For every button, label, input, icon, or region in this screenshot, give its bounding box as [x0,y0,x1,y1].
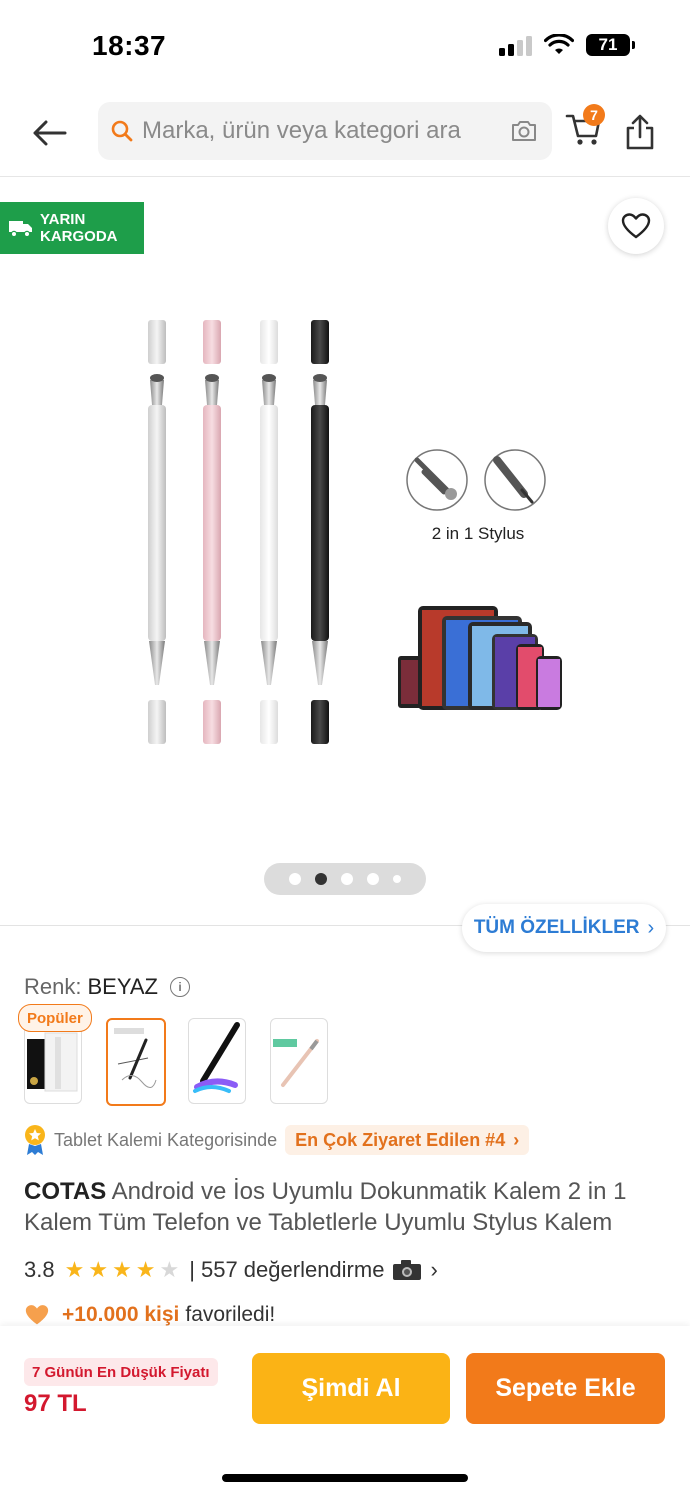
share-button[interactable] [622,112,658,152]
pagination-dot-active[interactable] [315,873,327,885]
battery-level: 71 [598,35,618,54]
stylus-black [311,320,329,744]
search-icon [111,120,133,142]
color-selector-label: Renk: BEYAZ i [24,974,190,1000]
variant-image [273,1039,319,1087]
chevron-right-icon: › [647,916,655,939]
ranking-category-text: Tablet Kalemi Kategorisinde [54,1129,278,1150]
popular-tag: Popüler [18,1004,92,1032]
home-indicator [222,1474,468,1482]
cellular-signal-icon [499,34,532,56]
lowest-price-badge: 7 Günün En Düşük Fiyatı [24,1358,218,1386]
tip-detail-disc [406,449,468,511]
variant-thumb-black-pen[interactable] [188,1018,246,1104]
favorite-button[interactable] [608,198,664,254]
chevron-right-icon: › [513,1129,520,1150]
all-features-label: TÜM ÖZELLİKLER [473,917,640,938]
star-filled-icon: ★ [135,1257,156,1282]
tip-detail-fiber [484,449,546,511]
back-button[interactable] [26,110,72,156]
search-input[interactable] [142,102,492,160]
chevron-right-icon: › [430,1257,438,1282]
stylus-silver [148,320,166,744]
truck-icon [9,221,32,238]
pagination-dot[interactable] [393,875,401,883]
variant-thumb-rose-gold[interactable] [270,1018,328,1104]
star-filled-icon: ★ [64,1257,85,1282]
pagination-dot[interactable] [289,873,301,885]
heart-icon [621,213,651,239]
color-label: Renk: [24,974,82,999]
favorites-label: favoriledi! [185,1303,276,1326]
next-day-delivery-badge: YARIN KARGODA [0,202,144,254]
ranking-label: En Çok Ziyaret Edilen #4 [295,1129,506,1150]
image-pagination[interactable] [264,863,426,895]
product-name: Android ve İos Uyumlu Dokunmatik Kalem 2… [24,1178,627,1236]
compatible-devices-image [398,606,562,710]
camera-search-icon[interactable] [510,118,538,144]
star-empty-icon: ★ [159,1257,180,1282]
share-icon [626,114,654,150]
stylus-white [260,320,278,744]
add-to-cart-button[interactable]: Sepete Ekle [466,1353,665,1424]
status-time: 18:37 [92,30,167,61]
award-badge-icon [25,1125,45,1155]
top-nav: 7 [0,96,690,177]
photo-reviews-icon [393,1260,422,1280]
pagination-dot[interactable] [367,873,379,885]
status-bar: 18:37 71 [0,0,690,92]
arrow-left-icon [33,120,67,146]
variant-image [193,1022,240,1093]
delivery-line-2: KARGODA [40,228,118,245]
delivery-text: YARIN KARGODA [40,211,118,245]
pagination-dot[interactable] [341,873,353,885]
star-filled-icon: ★ [112,1257,132,1282]
product-title: COTAS Android ve İos Uyumlu Dokunmatik K… [24,1176,670,1238]
cart-count-badge: 7 [583,104,605,126]
wifi-icon [544,34,574,54]
color-value: BEYAZ [87,974,158,999]
rating-score: 3.8 [24,1257,55,1282]
variant-thumb-drawing[interactable] [106,1018,166,1106]
product-brand[interactable]: COTAS [24,1178,106,1205]
favorites-count: +10.000 kişi [62,1303,180,1326]
rating-separator: | [189,1257,195,1282]
search-bar[interactable] [98,102,552,160]
stylus-pink [203,320,221,744]
status-icons: 71 [499,34,635,56]
buy-now-button[interactable]: Şimdi Al [252,1353,450,1424]
stylus-caption: 2 in 1 Stylus [431,524,525,543]
price: 97 TL [24,1390,87,1417]
variant-image [114,1028,157,1088]
info-icon[interactable]: i [170,977,190,997]
review-count[interactable]: 557 değerlendirme [201,1257,384,1283]
star-filled-icon: ★ [88,1257,109,1282]
delivery-line-1: YARIN [40,211,86,228]
category-ranking: Tablet Kalemi Kategorisinde En Çok Ziyar… [24,1124,530,1156]
heart-filled-icon [25,1305,49,1325]
ranking-link[interactable]: En Çok Ziyaret Edilen #4 › [285,1125,530,1155]
rating-summary[interactable]: 3.8 ★ ★ ★ ★ ★ | 557 değerlendirme › [24,1254,438,1286]
all-features-button[interactable]: TÜM ÖZELLİKLER › [462,904,666,952]
rating-stars: ★ ★ ★ ★ ★ [65,1259,180,1281]
battery-icon: 71 [586,34,635,56]
